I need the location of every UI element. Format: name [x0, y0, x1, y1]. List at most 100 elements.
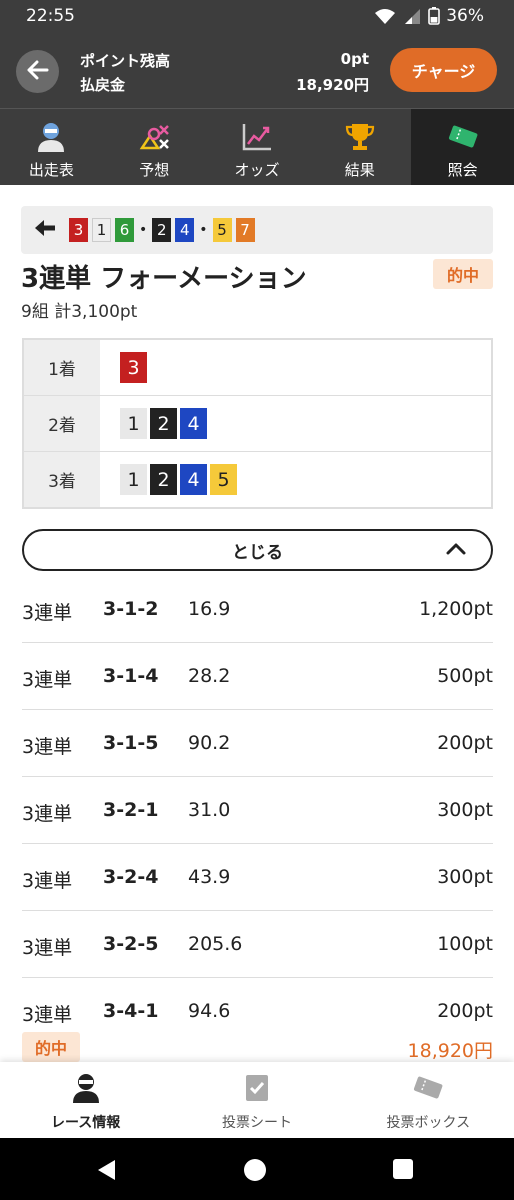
race-chip: 4	[175, 218, 195, 242]
bet-type: 3連単	[22, 870, 73, 892]
chip-separator: •	[199, 222, 208, 238]
status-icons: 36%	[374, 6, 484, 26]
bet-amount: 1,200pt	[419, 598, 493, 620]
list-item: 3連単 3-1-5 90.2 200pt	[22, 710, 493, 777]
formation-row-third: 3着 1 2 4 5	[24, 452, 491, 507]
tab-prediction[interactable]: 予想	[103, 109, 206, 185]
racer-icon	[71, 1072, 101, 1104]
combination: 3-1-5	[103, 732, 159, 754]
bottom-nav-bet-box[interactable]: 投票ボックス	[343, 1062, 514, 1138]
bottom-nav-bet-sheet[interactable]: 投票シート	[171, 1062, 342, 1138]
formation-row-second: 2着 1 2 4	[24, 396, 491, 452]
racer-icon	[36, 119, 66, 155]
formation-row-first: 1着 3	[24, 340, 491, 396]
lane-chip: 2	[150, 408, 177, 439]
odds: 43.9	[188, 866, 231, 888]
bet-type: 3連単	[22, 736, 73, 758]
bet-summary: 9組 計3,100pt	[21, 302, 138, 322]
tab-label: 出走表	[28, 161, 74, 179]
list-item: 3連単 3-1-4 28.2 500pt	[22, 643, 493, 710]
selected-numbers: 3	[100, 340, 491, 395]
ticket-icon	[446, 119, 480, 155]
close-button-label: とじる	[232, 542, 283, 563]
lane-chip: 1	[120, 408, 147, 439]
system-recents-icon[interactable]	[392, 1158, 414, 1184]
bet-amount: 300pt	[437, 799, 493, 821]
selected-numbers: 1 2 4	[100, 396, 491, 451]
bottom-nav-label: レース情報	[51, 1115, 121, 1131]
payout-total: 18,920円	[407, 1040, 493, 1062]
odds-chart-icon	[241, 119, 273, 155]
bottom-nav: レース情報 投票シート 投票ボックス	[0, 1062, 514, 1138]
payout-total-row: 的中 18,920円	[22, 1032, 493, 1062]
tab-odds[interactable]: オッズ	[206, 109, 309, 185]
close-button[interactable]: とじる	[22, 529, 493, 571]
points-header: ポイント残高 払戻金 0pt 18,920円 チャージ	[0, 34, 514, 108]
lane-chip: 2	[150, 464, 177, 495]
race-chip: 7	[235, 218, 255, 242]
combination-list: 3連単 3-1-2 16.9 1,200pt 3連単 3-1-4 28.2 50…	[22, 576, 493, 1045]
tab-inquiry[interactable]: 照会	[411, 109, 514, 185]
odds: 205.6	[188, 933, 243, 955]
tab-label: 照会	[447, 161, 478, 179]
place-label: 1着	[24, 340, 100, 395]
odds: 94.6	[188, 1000, 231, 1022]
hit-status-badge: 的中	[433, 259, 493, 289]
place-label: 2着	[24, 396, 100, 451]
odds: 16.9	[188, 598, 231, 620]
lane-chip: 5	[210, 464, 237, 495]
combination: 3-4-1	[103, 1000, 159, 1022]
race-chip: 5	[212, 218, 232, 242]
lane-chip: 4	[180, 464, 207, 495]
odds: 28.2	[188, 665, 231, 687]
back-button[interactable]	[16, 50, 59, 93]
system-nav-bar	[0, 1138, 514, 1200]
bet-type: 3連単	[22, 669, 73, 691]
odds: 90.2	[188, 732, 231, 754]
wifi-icon	[374, 7, 396, 25]
list-item: 3連単 3-1-2 16.9 1,200pt	[22, 576, 493, 643]
combination: 3-1-2	[103, 598, 159, 620]
lane-chip: 1	[120, 464, 147, 495]
breadcrumb: 3 1 6 • 2 4 • 5 7	[21, 206, 493, 254]
battery-percent: 36%	[446, 6, 484, 26]
trophy-icon	[344, 119, 376, 155]
bet-type: 3連単	[22, 602, 73, 624]
hit-status-badge: 的中	[22, 1032, 80, 1062]
chevron-up-icon	[445, 539, 467, 564]
place-label: 3着	[24, 452, 100, 507]
race-chip: 1	[92, 218, 111, 242]
list-item: 3連単 3-2-4 43.9 300pt	[22, 844, 493, 911]
race-chip: 2	[152, 218, 172, 242]
system-home-icon[interactable]	[243, 1158, 267, 1186]
back-arrow-icon[interactable]	[33, 218, 57, 242]
bet-type-title: 3連単 フォーメーション	[21, 264, 307, 294]
signal-icon	[402, 7, 422, 25]
clock: 22:55	[26, 6, 75, 26]
tab-results[interactable]: 結果	[308, 109, 411, 185]
tab-entry-list[interactable]: 出走表	[0, 109, 103, 185]
chip-separator: •	[139, 222, 148, 238]
main-nav-tabs: 出走表 予想 オッズ 結果 照会	[0, 108, 514, 185]
bet-amount: 500pt	[437, 665, 493, 687]
bottom-nav-label: 投票シート	[221, 1115, 292, 1131]
race-chip: 6	[115, 218, 134, 242]
charge-button[interactable]: チャージ	[390, 48, 497, 92]
bet-amount: 300pt	[437, 866, 493, 888]
payout-value: 18,920円	[296, 76, 369, 94]
points-balance-label: ポイント残高	[80, 52, 171, 70]
bet-type: 3連単	[22, 937, 73, 959]
payout-label: 払戻金	[80, 76, 126, 94]
tab-label: オッズ	[234, 161, 280, 179]
combination: 3-2-1	[103, 799, 159, 821]
checksheet-icon	[244, 1072, 270, 1104]
bottom-nav-race-info[interactable]: レース情報	[0, 1062, 171, 1138]
system-back-icon[interactable]	[95, 1158, 119, 1186]
tab-label: 結果	[344, 161, 375, 179]
combination: 3-1-4	[103, 665, 159, 687]
bet-type: 3連単	[22, 1004, 73, 1026]
bet-amount: 200pt	[437, 732, 493, 754]
list-item: 3連単 3-2-5 205.6 100pt	[22, 911, 493, 978]
race-chip: 3	[69, 218, 88, 242]
back-arrow-icon	[27, 60, 49, 84]
